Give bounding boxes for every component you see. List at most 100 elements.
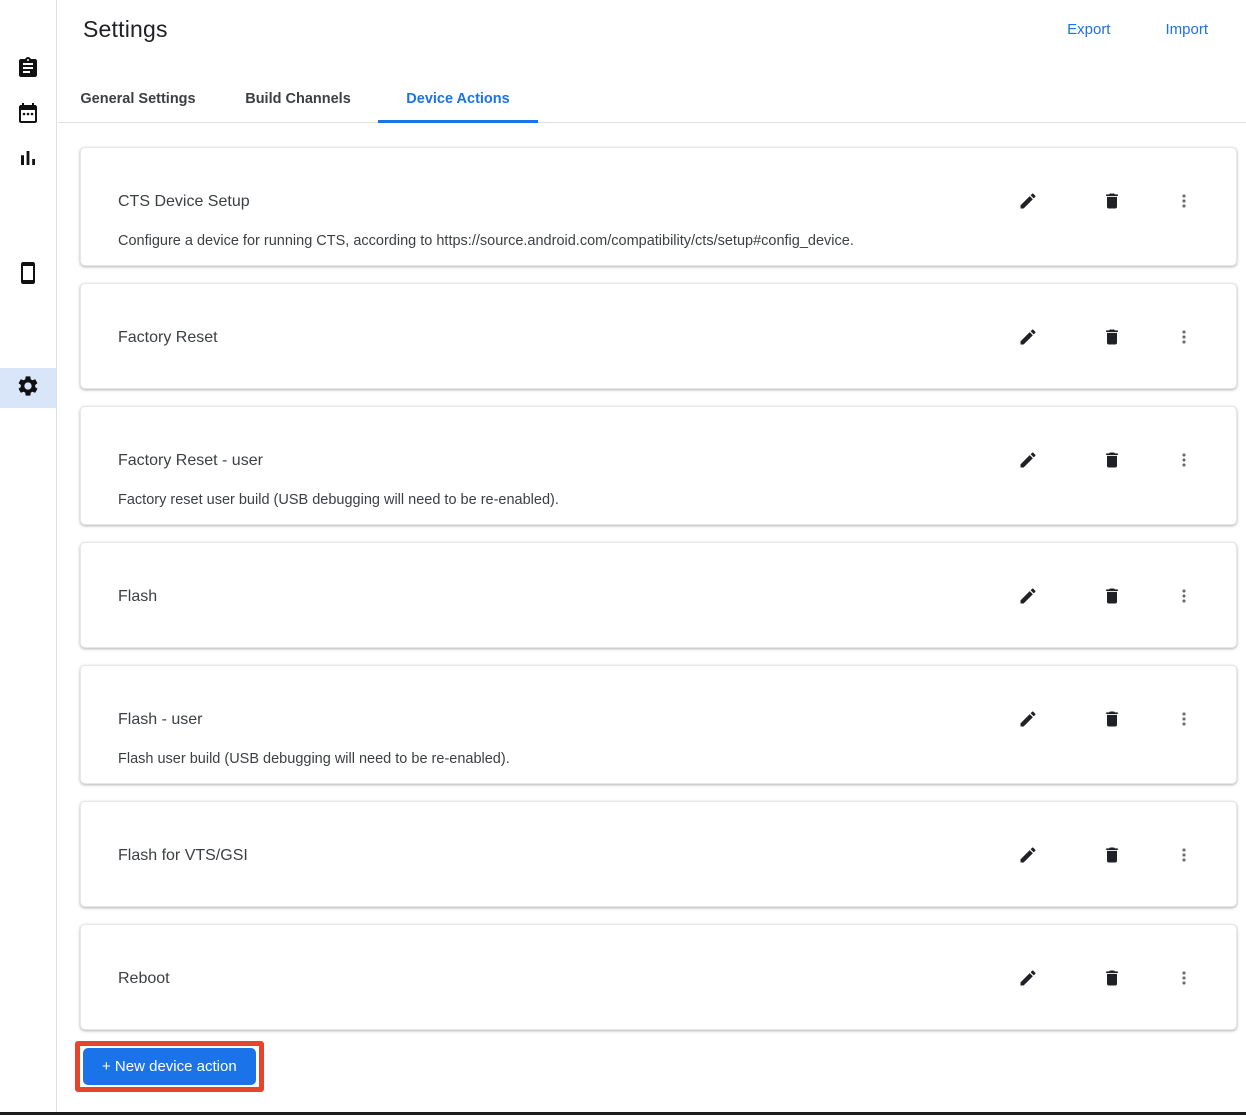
device-actions-content: CTS Device Setup Configure a device for … bbox=[58, 123, 1246, 1092]
sidebar-item-settings[interactable] bbox=[0, 368, 56, 408]
device-action-row: Factory Reset - user bbox=[118, 451, 1194, 471]
trash-icon bbox=[1102, 450, 1122, 473]
device-action-title: Flash - user bbox=[118, 711, 203, 728]
device-action-icons bbox=[1018, 328, 1194, 348]
main-panel: Settings Export Import General Settings … bbox=[58, 0, 1246, 1112]
device-action-title: Factory Reset - user bbox=[118, 452, 263, 469]
trash-icon bbox=[1102, 327, 1122, 350]
page-header: Settings Export Import bbox=[58, 0, 1246, 43]
device-action-icons bbox=[1018, 710, 1194, 730]
delete-button[interactable] bbox=[1102, 451, 1122, 471]
sidebar bbox=[0, 0, 57, 1112]
pencil-icon bbox=[1018, 586, 1038, 609]
page-title: Settings bbox=[83, 16, 168, 42]
tab-bar: General Settings Build Channels Device A… bbox=[58, 75, 1246, 123]
tab-general-settings[interactable]: General Settings bbox=[58, 75, 218, 122]
more-menu-button[interactable] bbox=[1174, 451, 1194, 471]
edit-button[interactable] bbox=[1018, 328, 1038, 348]
pencil-icon bbox=[1018, 191, 1038, 214]
more-vert-icon bbox=[1174, 968, 1194, 991]
device-action-row: CTS Device Setup bbox=[118, 192, 1194, 212]
device-action-title: Flash for VTS/GSI bbox=[118, 847, 248, 864]
export-link[interactable]: Export bbox=[1067, 21, 1110, 38]
more-menu-button[interactable] bbox=[1174, 969, 1194, 989]
pencil-icon bbox=[1018, 709, 1038, 732]
more-vert-icon bbox=[1174, 327, 1194, 350]
trash-icon bbox=[1102, 709, 1122, 732]
app-window: Settings Export Import General Settings … bbox=[0, 0, 1246, 1116]
settings-gear-icon bbox=[16, 374, 40, 403]
pencil-icon bbox=[1018, 327, 1038, 350]
device-action-title: Factory Reset bbox=[118, 329, 218, 346]
delete-button[interactable] bbox=[1102, 710, 1122, 730]
delete-button[interactable] bbox=[1102, 969, 1122, 989]
delete-button[interactable] bbox=[1102, 328, 1122, 348]
tab-build-channels[interactable]: Build Channels bbox=[218, 75, 378, 122]
device-action-card: Factory Reset - user Factory reset user … bbox=[80, 406, 1237, 525]
device-action-row: Factory Reset bbox=[118, 328, 1194, 348]
device-action-row: Reboot bbox=[118, 969, 1194, 989]
sidebar-item-schedule[interactable] bbox=[0, 95, 56, 135]
more-menu-button[interactable] bbox=[1174, 846, 1194, 866]
highlight-annotation-box: + New device action bbox=[75, 1041, 264, 1092]
device-action-card: Flash - user Flash user build (USB debug… bbox=[80, 665, 1237, 784]
device-action-card: Flash bbox=[80, 542, 1237, 648]
edit-button[interactable] bbox=[1018, 451, 1038, 471]
smartphone-icon bbox=[16, 261, 40, 290]
device-action-icons bbox=[1018, 969, 1194, 989]
device-action-row: Flash bbox=[118, 587, 1194, 607]
edit-button[interactable] bbox=[1018, 192, 1038, 212]
device-action-title: Flash bbox=[118, 588, 158, 605]
device-action-icons bbox=[1018, 451, 1194, 471]
device-action-title: CTS Device Setup bbox=[118, 193, 250, 210]
device-action-title: Reboot bbox=[118, 970, 170, 987]
device-action-icons bbox=[1018, 587, 1194, 607]
tab-device-actions[interactable]: Device Actions bbox=[378, 75, 538, 123]
edit-button[interactable] bbox=[1018, 587, 1038, 607]
trash-icon bbox=[1102, 968, 1122, 991]
device-action-description: Flash user build (USB debugging will nee… bbox=[118, 751, 510, 767]
device-action-description: Configure a device for running CTS, acco… bbox=[118, 233, 854, 249]
device-action-icons bbox=[1018, 192, 1194, 212]
screenshot-bottom-edge bbox=[0, 1112, 1246, 1115]
device-action-row: Flash - user bbox=[118, 710, 1194, 730]
header-links: Export Import bbox=[1067, 16, 1208, 38]
edit-button[interactable] bbox=[1018, 846, 1038, 866]
device-action-list: CTS Device Setup Configure a device for … bbox=[80, 147, 1237, 1030]
delete-button[interactable] bbox=[1102, 846, 1122, 866]
more-menu-button[interactable] bbox=[1174, 192, 1194, 212]
sidebar-item-reports[interactable] bbox=[0, 140, 56, 180]
bar-chart-icon bbox=[16, 146, 40, 175]
more-vert-icon bbox=[1174, 586, 1194, 609]
device-action-card: Flash for VTS/GSI bbox=[80, 801, 1237, 907]
more-menu-button[interactable] bbox=[1174, 328, 1194, 348]
sidebar-item-devices[interactable] bbox=[0, 255, 56, 295]
trash-icon bbox=[1102, 586, 1122, 609]
more-menu-button[interactable] bbox=[1174, 710, 1194, 730]
more-vert-icon bbox=[1174, 450, 1194, 473]
delete-button[interactable] bbox=[1102, 587, 1122, 607]
import-link[interactable]: Import bbox=[1165, 21, 1208, 38]
pencil-icon bbox=[1018, 968, 1038, 991]
trash-icon bbox=[1102, 191, 1122, 214]
sidebar-item-tests[interactable] bbox=[0, 50, 56, 90]
device-action-row: Flash for VTS/GSI bbox=[118, 846, 1194, 866]
pencil-icon bbox=[1018, 845, 1038, 868]
more-vert-icon bbox=[1174, 191, 1194, 214]
device-action-icons bbox=[1018, 846, 1194, 866]
delete-button[interactable] bbox=[1102, 192, 1122, 212]
edit-button[interactable] bbox=[1018, 969, 1038, 989]
device-action-card: Factory Reset bbox=[80, 283, 1237, 389]
new-device-action-button[interactable]: + New device action bbox=[83, 1048, 256, 1085]
more-vert-icon bbox=[1174, 709, 1194, 732]
calendar-icon bbox=[16, 101, 40, 130]
trash-icon bbox=[1102, 845, 1122, 868]
edit-button[interactable] bbox=[1018, 710, 1038, 730]
more-menu-button[interactable] bbox=[1174, 587, 1194, 607]
device-action-card: Reboot bbox=[80, 924, 1237, 1030]
device-action-description: Factory reset user build (USB debugging … bbox=[118, 492, 559, 508]
more-vert-icon bbox=[1174, 845, 1194, 868]
device-action-card: CTS Device Setup Configure a device for … bbox=[80, 147, 1237, 266]
pencil-icon bbox=[1018, 450, 1038, 473]
assignment-icon bbox=[16, 56, 40, 85]
